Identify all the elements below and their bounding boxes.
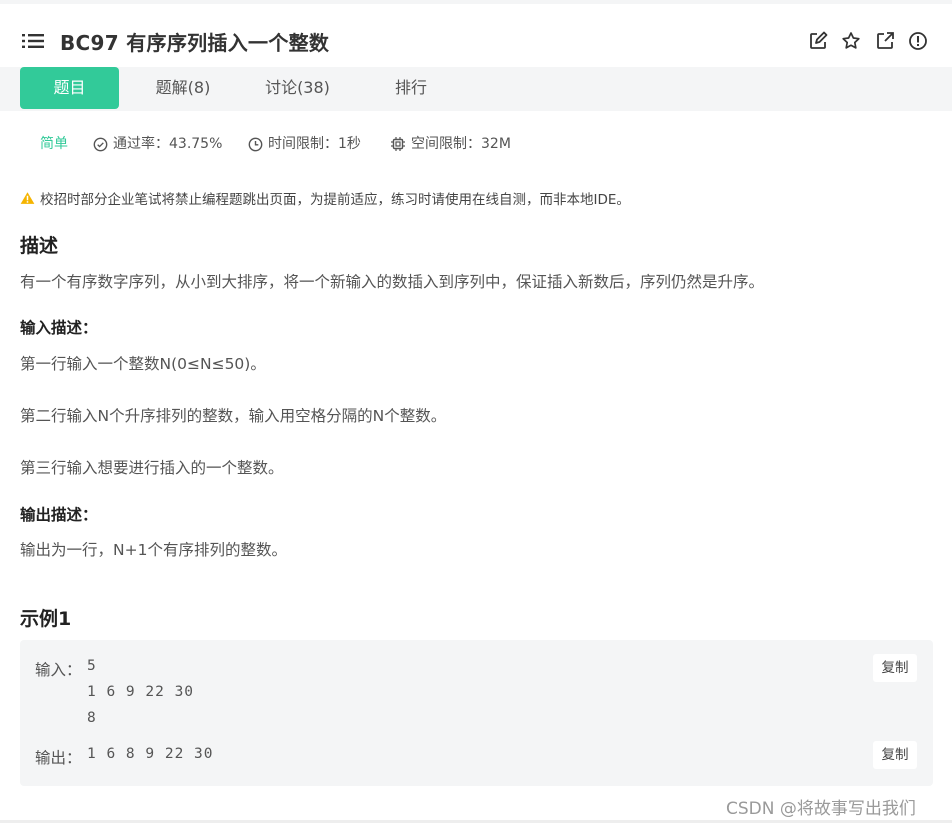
example-heading: 示例1: [20, 608, 72, 630]
input-line-1: 第一行输入一个整数N(0≤N≤50)。: [20, 355, 266, 373]
description-text: 有一个有序数字序列，从小到大排序，将一个新输入的数插入到序列中，保证插入新数后，…: [20, 273, 765, 291]
check-circle-icon: [93, 137, 108, 151]
space-limit-text: 空间限制：32M: [411, 136, 511, 152]
example-input-line-2: 1 6 9 22 30: [87, 684, 195, 700]
tab-solutions[interactable]: 题解(8): [140, 67, 226, 109]
clock-icon: [248, 137, 263, 151]
pass-rate: 通过率：43.75%: [93, 132, 222, 156]
pass-rate-text: 通过率：43.75%: [113, 136, 223, 152]
star-icon[interactable]: [841, 31, 861, 51]
share-icon[interactable]: [875, 31, 895, 51]
example-input-label: 输入：: [35, 661, 82, 679]
tab-ranking[interactable]: 排行: [380, 67, 442, 109]
tab-bar: 题目 题解(8) 讨论(38) 排行: [0, 67, 952, 111]
notice-text: 校招时部分企业笔试将禁止编程题跳出页面，为提前适应，练习时请使用在线自测，而非本…: [40, 192, 630, 208]
example-panel: 输入： 5 1 6 9 22 30 8 复制 输出： 1 6 8 9 22 30…: [20, 640, 933, 786]
edit-icon[interactable]: [808, 31, 828, 51]
output-description-text: 输出为一行，N+1个有序排列的整数。: [20, 541, 287, 559]
difficulty-badge: 简单: [40, 136, 68, 152]
copy-input-button[interactable]: 复制: [873, 654, 917, 682]
list-icon[interactable]: [22, 33, 44, 49]
chip-icon: [391, 137, 405, 151]
input-description-heading: 输入描述：: [20, 319, 98, 337]
space-limit: 空间限制：32M: [390, 132, 511, 156]
problem-header: BC97 有序序列插入一个整数: [0, 4, 952, 67]
input-line-3: 第三行输入想要进行插入的一个整数。: [20, 459, 284, 477]
ide-notice: 校招时部分企业笔试将禁止编程题跳出页面，为提前适应，练习时请使用在线自测，而非本…: [20, 188, 630, 208]
warning-icon: [20, 192, 35, 204]
example-output-label: 输出：: [35, 749, 82, 767]
report-icon[interactable]: [908, 31, 928, 51]
example-input-line-1: 5: [87, 658, 97, 674]
tab-discussion[interactable]: 讨论(38): [250, 67, 345, 109]
time-limit-text: 时间限制：1秒: [268, 136, 361, 152]
output-description-heading: 输出描述：: [20, 506, 98, 524]
problem-meta: 简单 通过率：43.75% 时间限制：1秒 空间限制：32M: [0, 132, 952, 156]
example-input-line-3: 8: [87, 710, 97, 726]
watermark: CSDN @将故事写出我们: [726, 799, 916, 819]
page-title: BC97 有序序列插入一个整数: [60, 31, 330, 55]
copy-output-button[interactable]: 复制: [873, 741, 917, 769]
tab-problem[interactable]: 题目: [20, 67, 119, 109]
description-heading: 描述: [20, 235, 59, 257]
example-output-line: 1 6 8 9 22 30: [87, 746, 214, 762]
input-line-2: 第二行输入N个升序排列的整数，输入用空格分隔的N个整数。: [20, 407, 447, 425]
time-limit: 时间限制：1秒: [248, 132, 361, 156]
